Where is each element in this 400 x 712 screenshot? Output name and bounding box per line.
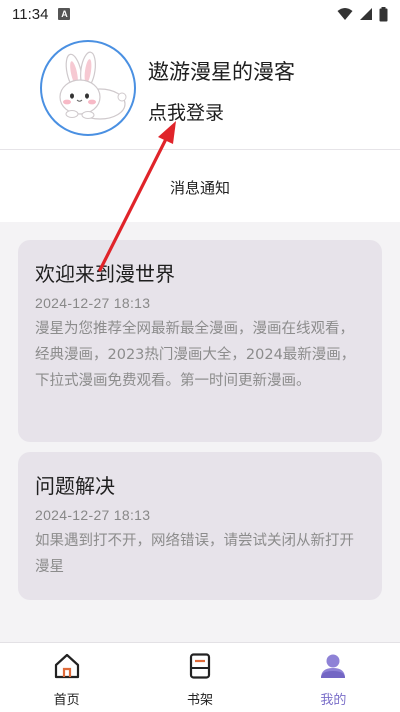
nav-label-profile: 我的 [320,693,347,708]
message-section-header: 消息通知 [0,150,400,222]
message-card-body: 如果遇到打不开，网络错误，请尝试关闭从新打开漫星 [35,533,354,575]
nav-label-bookshelf: 书架 [186,693,213,708]
message-card-title: 欢迎来到漫世界 [35,262,175,286]
bunny-avatar-icon [59,51,127,120]
nav-label-home: 首页 [53,693,80,708]
user-nickname: 遨游漫星的漫客 [148,60,295,84]
bookshelf-icon [185,651,215,681]
screen: 11:34 A 遨游漫星的漫客 点我登录 消息通知 欢迎来到漫世界 2024-1… [0,0,400,712]
message-card[interactable]: 欢迎来到漫世界 2024-12-27 18:13 漫星为您推荐全网最新最全漫画，… [18,240,382,442]
signal-icon [360,8,372,20]
a-badge-icon: A [58,8,71,20]
status-icons [337,6,388,22]
profile-header: 遨游漫星的漫客 点我登录 [0,28,400,150]
profile-icon [318,651,348,681]
wifi-icon [337,8,353,20]
login-link[interactable]: 点我登录 [148,98,224,125]
message-card-title: 问题解决 [35,474,115,498]
avatar[interactable] [40,40,136,136]
nav-item-profile[interactable]: 我的 [267,643,400,712]
home-icon [52,651,82,681]
battery-icon [379,6,388,21]
message-card[interactable]: 问题解决 2024-12-27 18:13 如果遇到打不开，网络错误，请尝试关闭… [18,452,382,600]
nav-item-bookshelf[interactable]: 书架 [133,643,266,712]
status-bar: 11:34 A [0,0,400,28]
message-card-body: 漫星为您推荐全网最新最全漫画，漫画在线观看，经典漫画，2023热门漫画大全，20… [35,321,356,389]
message-card-date: 2024-12-27 18:13 [35,295,151,311]
message-section-title: 消息通知 [169,179,230,197]
message-card-date: 2024-12-27 18:13 [35,507,151,523]
bottom-nav: 首页 书架 我的 [0,642,400,712]
nav-item-home[interactable]: 首页 [0,643,133,712]
status-time: 11:34 [12,5,49,23]
